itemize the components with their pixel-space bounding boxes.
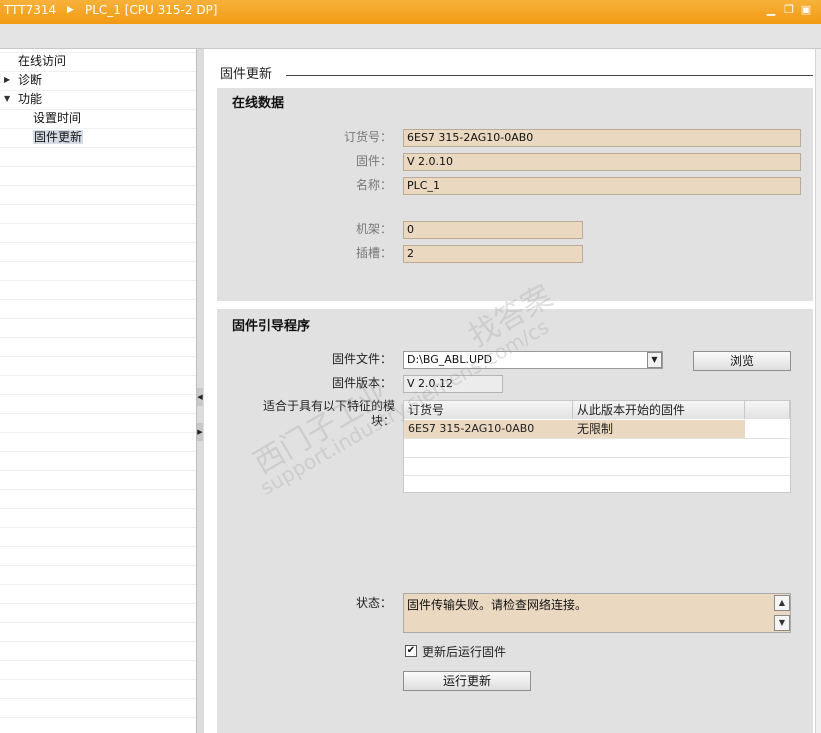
- firmware-label: 固件：: [355, 154, 392, 168]
- table-cell-order-number: 6ES7 315-2AG10-0AB0: [408, 422, 535, 435]
- firmware-version-field: V 2.0.12: [403, 375, 503, 393]
- breadcrumb-project[interactable]: TTT7314: [4, 3, 56, 17]
- status-label: 状态：: [355, 596, 392, 610]
- status-message-text: 固件传输失败。请检查网络连接。: [407, 598, 588, 612]
- tree-item-online-access[interactable]: 在线访问: [18, 52, 66, 70]
- run-after-update-checkbox[interactable]: ✔: [405, 645, 417, 657]
- expand-right-icon[interactable]: ▶: [197, 423, 203, 441]
- tree-item-functions[interactable]: ▼ 功能: [4, 90, 42, 108]
- section-divider: [286, 75, 813, 76]
- tree-item-set-time[interactable]: 设置时间: [33, 109, 81, 127]
- minimize-icon[interactable]: ▁: [765, 4, 777, 16]
- firmware-file-label: 固件文件：: [331, 352, 392, 366]
- online-data-group: 在线数据 订货号： 6ES7 315-2AG10-0AB0 固件： V 2.0.…: [217, 88, 813, 301]
- rack-label: 机架：: [355, 222, 392, 236]
- scroll-up-icon[interactable]: ▲: [774, 595, 790, 611]
- navigation-tree: 在线访问 ▶ 诊断 ▼ 功能 设置时间 固件更新: [0, 49, 196, 733]
- rack-field: 0: [403, 221, 583, 239]
- collapse-arrow-icon[interactable]: ▼: [4, 90, 10, 108]
- run-after-update-label: 更新后运行固件: [422, 645, 507, 659]
- table-row-divider: [404, 438, 790, 439]
- run-update-button[interactable]: 运行更新: [403, 671, 531, 691]
- breadcrumb-device[interactable]: PLC_1 [CPU 315-2 DP]: [85, 3, 218, 17]
- firmware-loader-group: 固件引导程序 固件文件： D:\BG_ABL.UPD ▼ 浏览 固件版本： V …: [217, 309, 813, 733]
- maximize-icon[interactable]: ▣: [800, 4, 812, 16]
- restore-icon[interactable]: ❐: [783, 4, 795, 16]
- collapse-left-icon[interactable]: ◀: [197, 388, 203, 406]
- expand-arrow-icon[interactable]: ▶: [4, 71, 10, 89]
- vertical-scrollbar[interactable]: [815, 49, 821, 733]
- tree-item-label: 设置时间: [33, 111, 82, 125]
- scroll-down-icon[interactable]: ▼: [774, 615, 790, 631]
- section-title: 固件更新: [220, 67, 273, 82]
- name-field: PLC_1: [403, 177, 801, 195]
- table-header-empty: [745, 401, 790, 419]
- tree-item-label: 诊断: [18, 73, 43, 87]
- table-row-divider: [404, 475, 790, 476]
- order-number-field: 6ES7 315-2AG10-0AB0: [403, 129, 801, 147]
- tree-item-firmware-update[interactable]: 固件更新: [33, 128, 84, 146]
- chevron-down-icon[interactable]: ▼: [647, 352, 662, 368]
- table-cell-firmware-from: 无限制: [577, 422, 614, 436]
- table-header-order-number[interactable]: 订货号: [404, 401, 573, 419]
- firmware-file-input[interactable]: D:\BG_ABL.UPD: [403, 351, 663, 369]
- name-label: 名称：: [355, 178, 392, 192]
- firmware-version-label: 固件版本：: [331, 376, 392, 390]
- table-header-firmware-from[interactable]: 从此版本开始的固件: [573, 401, 745, 419]
- tree-item-diagnostics[interactable]: ▶ 诊断: [4, 71, 42, 89]
- slot-field: 2: [403, 245, 583, 263]
- tree-item-label: 固件更新: [33, 130, 84, 144]
- firmware-field: V 2.0.10: [403, 153, 801, 171]
- table-row-divider: [404, 457, 790, 458]
- online-data-title: 在线数据: [232, 96, 285, 111]
- status-message-box: 固件传输失败。请检查网络连接。: [403, 593, 791, 633]
- order-number-label: 订货号：: [343, 130, 392, 144]
- tree-item-label: 功能: [18, 92, 43, 106]
- browse-button[interactable]: 浏览: [693, 351, 791, 371]
- tree-item-label: 在线访问: [18, 54, 67, 68]
- toolbar-strip: [0, 24, 821, 49]
- compatible-modules-table: 订货号 从此版本开始的固件 6ES7 315-2AG10-0AB0 无限制: [403, 400, 791, 493]
- slot-label: 插槽：: [355, 246, 392, 260]
- breadcrumb-separator-icon: ▶: [67, 5, 74, 15]
- title-bar: TTT7314 ▶ PLC_1 [CPU 315-2 DP] ▁ ❐ ▣: [0, 0, 821, 24]
- suitable-modules-label: 适合于具有以下特征的模块：: [262, 399, 395, 428]
- firmware-loader-title: 固件引导程序: [232, 319, 311, 334]
- content-panel: 固件更新 在线数据 订货号： 6ES7 315-2AG10-0AB0 固件： V…: [204, 49, 821, 733]
